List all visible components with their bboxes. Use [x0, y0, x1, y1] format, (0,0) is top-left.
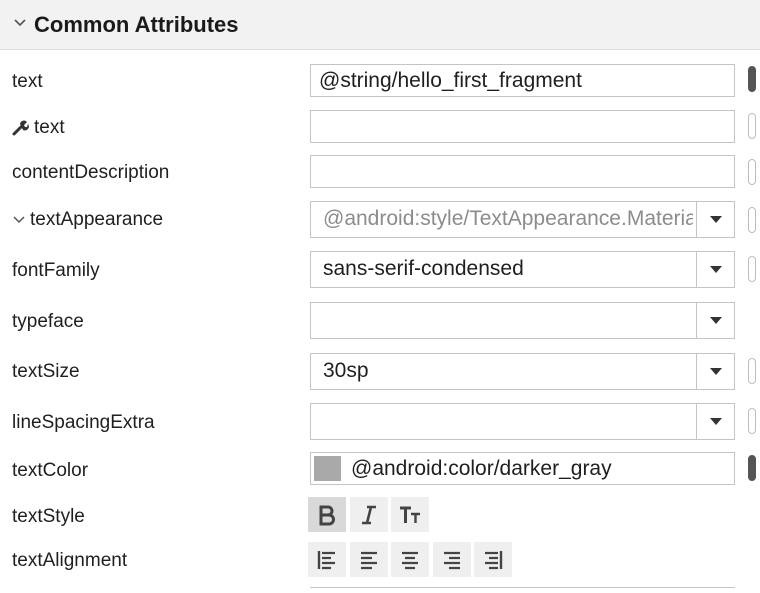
all-caps-button[interactable] [391, 497, 429, 532]
font-family-resource-indicator[interactable] [748, 256, 756, 282]
align-start-button[interactable] [308, 542, 346, 577]
font-family-value: sans-serif-condensed [323, 257, 524, 280]
line-spacing-extra-resource-indicator[interactable] [748, 408, 756, 434]
align-left-button[interactable] [350, 542, 388, 577]
font-family-combo[interactable]: sans-serif-condensed [310, 251, 735, 288]
text-size-label: textSize [12, 361, 80, 382]
text-alignment-label: textAlignment [12, 550, 128, 571]
font-family-label: fontFamily [12, 260, 100, 281]
text-color-label: textColor [12, 460, 89, 481]
italic-button[interactable] [350, 497, 388, 532]
text-color-resource-indicator[interactable] [748, 455, 756, 481]
text-style-label: textStyle [12, 506, 85, 527]
align-right-button[interactable] [433, 542, 471, 577]
typeface-combo[interactable] [310, 302, 735, 339]
typeface-dropdown-button[interactable] [696, 303, 734, 338]
tools-text-field[interactable] [310, 110, 735, 143]
text-field-value: @string/hello_first_fragment [319, 69, 582, 92]
line-spacing-extra-combo[interactable] [310, 403, 735, 440]
align-right-icon [444, 551, 460, 570]
text-appearance-value: @android:style/TextAppearance.Material.S… [323, 207, 693, 230]
align-end-button[interactable] [474, 542, 512, 577]
text-color-field[interactable]: @android:color/darker_gray [310, 452, 735, 485]
text-appearance-resource-indicator[interactable] [748, 207, 756, 233]
dropdown-arrow-icon [710, 368, 722, 375]
font-family-dropdown-button[interactable] [696, 252, 734, 287]
bold-button[interactable] [308, 497, 346, 532]
dropdown-arrow-icon [710, 317, 722, 324]
text-resource-indicator[interactable] [748, 66, 756, 92]
align-center-button[interactable] [391, 542, 429, 577]
bold-icon [319, 505, 335, 526]
next-field-edge [310, 587, 735, 593]
dropdown-arrow-icon [710, 216, 722, 223]
all-caps-icon [400, 506, 420, 523]
text-size-dropdown-button[interactable] [696, 354, 734, 389]
text-field[interactable]: @string/hello_first_fragment [310, 64, 735, 97]
align-left-icon [361, 551, 377, 570]
chevron-down-icon[interactable] [12, 213, 26, 227]
wrench-icon [12, 120, 29, 136]
line-spacing-extra-dropdown-button[interactable] [696, 404, 734, 439]
chevron-down-icon[interactable] [12, 15, 28, 31]
section-header[interactable]: Common Attributes [0, 0, 760, 50]
align-end-icon [485, 551, 503, 570]
align-start-icon [317, 551, 335, 570]
section-title: Common Attributes [34, 12, 239, 37]
typeface-label: typeface [12, 311, 84, 332]
dropdown-arrow-icon [710, 266, 722, 273]
tools-text-label: text [12, 117, 65, 139]
text-size-combo[interactable]: 30sp [310, 353, 735, 390]
tools-text-resource-indicator[interactable] [748, 113, 756, 139]
text-appearance-label: textAppearance [12, 209, 163, 231]
content-description-field[interactable] [310, 155, 735, 188]
dropdown-arrow-icon [710, 418, 722, 425]
line-spacing-extra-label: lineSpacingExtra [12, 412, 155, 433]
content-description-resource-indicator[interactable] [748, 159, 756, 185]
text-size-value: 30sp [323, 359, 369, 382]
text-color-value: @android:color/darker_gray [351, 457, 612, 480]
color-swatch[interactable] [314, 456, 341, 481]
italic-icon [362, 505, 376, 525]
content-description-label: contentDescription [12, 162, 170, 183]
text-appearance-dropdown-button[interactable] [696, 202, 734, 237]
text-appearance-combo[interactable]: @android:style/TextAppearance.Material.S… [310, 201, 735, 238]
text-size-resource-indicator[interactable] [748, 358, 756, 384]
text-label: text [12, 71, 43, 92]
align-center-icon [402, 551, 418, 570]
